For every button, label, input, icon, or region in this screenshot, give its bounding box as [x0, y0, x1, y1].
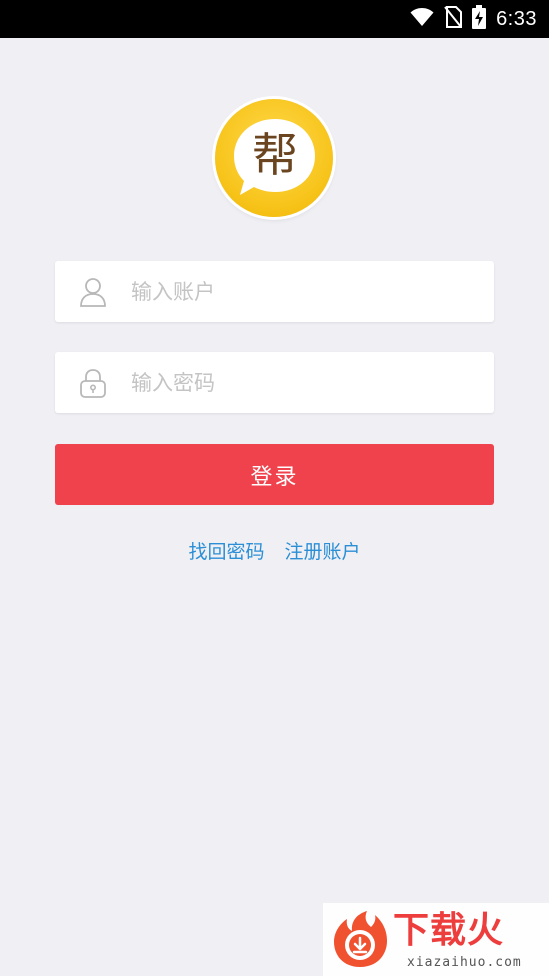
lock-icon: [79, 368, 107, 398]
auth-links: 找回密码 注册账户: [0, 536, 549, 568]
watermark: 下载火 xiazaihuo.com: [323, 903, 549, 976]
user-icon: [79, 277, 107, 307]
login-button[interactable]: 登录: [55, 444, 494, 505]
watermark-title: 下载火: [393, 910, 505, 951]
account-field[interactable]: [55, 261, 494, 322]
password-input[interactable]: [131, 352, 471, 413]
find-password-link[interactable]: 找回密码: [188, 536, 264, 568]
password-field[interactable]: [55, 352, 494, 413]
register-account-link[interactable]: 注册账户: [285, 536, 361, 568]
battery-charging-icon: [472, 5, 487, 33]
status-bar: 6:33: [0, 0, 549, 38]
no-sim-icon: [444, 6, 463, 32]
logo-character: 帮: [252, 128, 298, 182]
account-input[interactable]: [131, 261, 471, 322]
watermark-url: xiazaihuo.com: [407, 955, 522, 970]
flame-download-icon: [329, 909, 391, 971]
status-time: 6:33: [496, 7, 537, 30]
app-logo: 帮: [215, 99, 333, 217]
status-icons: 6:33: [410, 0, 537, 38]
wifi-icon: [410, 7, 434, 31]
